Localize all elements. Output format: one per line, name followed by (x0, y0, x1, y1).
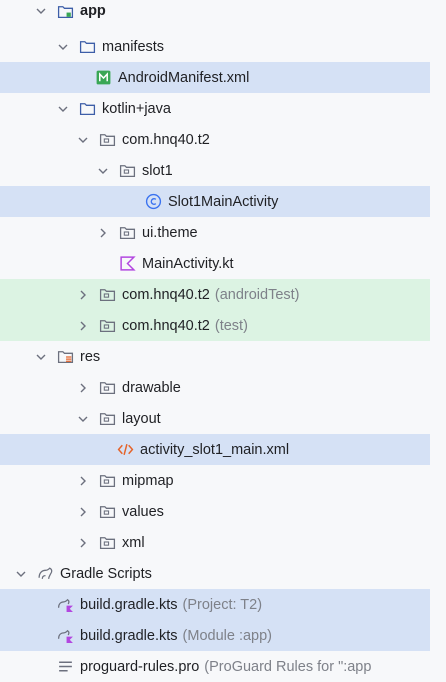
tree-node-label: activity_slot1_main.xml (140, 441, 290, 458)
chevron-down-icon[interactable] (56, 102, 70, 116)
tree-node-layout[interactable]: layout (0, 403, 430, 434)
gradle-icon (36, 565, 54, 583)
chevron-right-icon[interactable] (76, 381, 90, 395)
tree-node-label: xml (122, 534, 145, 551)
tree-node-mipmap[interactable]: mipmap (0, 465, 430, 496)
chevron-down-icon[interactable] (96, 164, 110, 178)
tree-node-package-main[interactable]: com.hnq40.t2 (0, 124, 430, 155)
chevron-down-icon[interactable] (34, 4, 48, 18)
tree-node-label: Gradle Scripts (60, 565, 152, 582)
tree-node-build-gradle-project[interactable]: build.gradle.kts (Project: T2) (0, 589, 430, 620)
tree-node-gradle-scripts[interactable]: Gradle Scripts (0, 558, 430, 589)
tree-node-drawable[interactable]: drawable (0, 372, 430, 403)
chevron-down-icon[interactable] (76, 412, 90, 426)
package-icon (98, 131, 116, 149)
package-icon (98, 503, 116, 521)
chevron-right-icon[interactable] (96, 226, 110, 240)
tree-node-label: res (80, 348, 101, 365)
resources-folder-icon (56, 348, 74, 366)
tree-node-label: layout (122, 410, 161, 427)
manifest-file-icon (94, 69, 112, 87)
tree-node-label: app (80, 3, 106, 19)
tree-node-label: proguard-rules.pro (80, 658, 200, 675)
package-icon (98, 286, 116, 304)
tree-node-label: com.hnq40.t2 (122, 286, 210, 303)
tree-node-package-test[interactable]: com.hnq40.t2 (test) (0, 310, 430, 341)
module-suffix: (Module :app) (182, 627, 272, 644)
tree-node-ui-theme[interactable]: ui.theme (0, 217, 430, 248)
tree-node-android-manifest[interactable]: AndroidManifest.xml (0, 62, 430, 93)
tree-node-xml[interactable]: xml (0, 527, 430, 558)
tree-node-label: kotlin+java (102, 100, 171, 117)
kotlin-file-icon (118, 255, 136, 273)
tree-node-label: build.gradle.kts (80, 627, 178, 644)
tree-node-values[interactable]: values (0, 496, 430, 527)
package-icon (118, 224, 136, 242)
xml-file-icon (116, 441, 134, 459)
package-icon (98, 472, 116, 490)
tree-node-label: com.hnq40.t2 (122, 317, 210, 334)
tree-node-label: MainActivity.kt (142, 255, 234, 272)
tree-node-label: com.hnq40.t2 (122, 131, 210, 148)
tree-node-kotlin-java[interactable]: kotlin+java (0, 93, 430, 124)
tree-node-slot1[interactable]: slot1 (0, 155, 430, 186)
chevron-down-icon[interactable] (14, 567, 28, 581)
folder-icon (78, 38, 96, 56)
chevron-down-icon[interactable] (56, 40, 70, 54)
tree-node-manifests[interactable]: manifests (0, 31, 430, 62)
chevron-down-icon[interactable] (76, 133, 90, 147)
package-icon (98, 534, 116, 552)
chevron-right-icon[interactable] (76, 536, 90, 550)
module-folder-icon (56, 2, 74, 20)
tree-node-label: mipmap (122, 472, 174, 489)
tree-node-label: AndroidManifest.xml (118, 69, 250, 86)
tree-node-app[interactable]: app (0, 0, 430, 22)
chevron-right-icon[interactable] (76, 288, 90, 302)
tree-node-label: drawable (122, 379, 181, 396)
tree-node-label: Slot1MainActivity (168, 193, 279, 210)
tree-node-activity-slot1-main[interactable]: activity_slot1_main.xml (0, 434, 430, 465)
tree-node-label: slot1 (142, 162, 173, 179)
gradle-kotlin-file-icon (56, 627, 74, 645)
module-suffix: (ProGuard Rules for ":app (204, 658, 372, 675)
tree-node-package-android-test[interactable]: com.hnq40.t2 (androidTest) (0, 279, 430, 310)
module-suffix: (Project: T2) (182, 596, 263, 613)
tree-node-res[interactable]: res (0, 341, 430, 372)
tree-node-build-gradle-module[interactable]: build.gradle.kts (Module :app) (0, 620, 430, 651)
text-file-icon (56, 658, 74, 676)
chevron-down-icon[interactable] (34, 350, 48, 364)
chevron-right-icon[interactable] (76, 505, 90, 519)
tree-node-label: values (122, 503, 164, 520)
tree-node-slot1-main-activity[interactable]: Slot1MainActivity (0, 186, 430, 217)
tree-node-proguard-rules[interactable]: proguard-rules.pro (ProGuard Rules for "… (0, 651, 446, 682)
tree-node-label: ui.theme (142, 224, 198, 241)
class-icon (144, 193, 162, 211)
chevron-right-icon[interactable] (76, 474, 90, 488)
package-icon (98, 379, 116, 397)
package-icon (98, 317, 116, 335)
source-set-suffix: (androidTest) (214, 286, 300, 303)
tree-node-label: manifests (102, 38, 165, 55)
tree-node-main-activity[interactable]: MainActivity.kt (0, 248, 430, 279)
folder-icon (78, 100, 96, 118)
project-tree: app manifests AndroidManifest.xml kotlin… (0, 0, 446, 675)
tree-node-label: build.gradle.kts (80, 596, 178, 613)
gradle-kotlin-file-icon (56, 596, 74, 614)
chevron-right-icon[interactable] (76, 319, 90, 333)
source-set-suffix: (test) (214, 317, 248, 334)
package-icon (118, 162, 136, 180)
package-icon (98, 410, 116, 428)
